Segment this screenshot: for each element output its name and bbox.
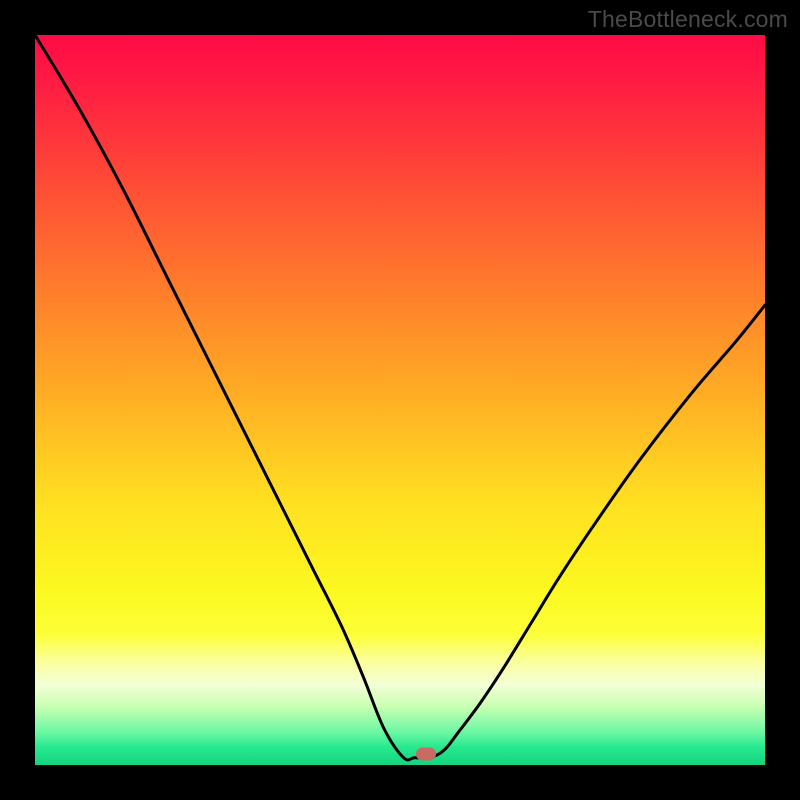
balance-marker (416, 748, 436, 761)
plot-area (35, 35, 765, 765)
chart-frame: TheBottleneck.com (0, 0, 800, 800)
watermark-text: TheBottleneck.com (588, 6, 788, 33)
bottleneck-curve (35, 35, 765, 765)
